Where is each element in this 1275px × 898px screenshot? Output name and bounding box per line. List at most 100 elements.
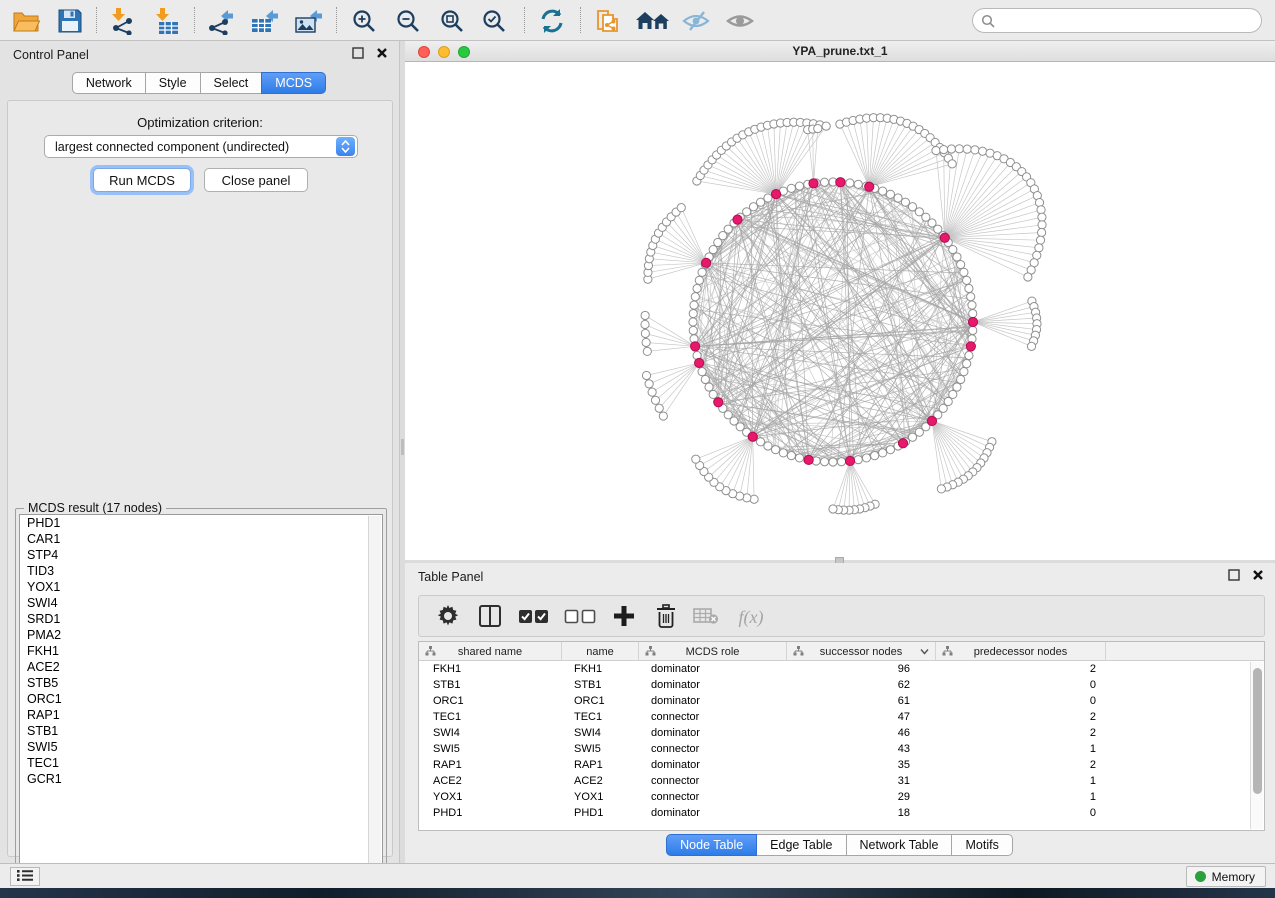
zoom-in-button[interactable] (348, 6, 380, 36)
table-row[interactable]: ORC1ORC1dominator610 (419, 693, 1264, 709)
cell-shared-name[interactable]: TEC1 (419, 709, 562, 725)
cell-predecessor-nodes[interactable]: 2 (936, 725, 1106, 741)
cell-name[interactable]: PHD1 (562, 805, 639, 821)
column-header-name[interactable]: name (562, 642, 639, 661)
cell-name[interactable]: YOX1 (562, 789, 639, 805)
list-item[interactable]: TID3 (20, 563, 382, 579)
list-item[interactable]: FKH1 (20, 643, 382, 659)
close-panel-icon[interactable] (1251, 569, 1265, 583)
table-row[interactable]: YOX1YOX1connector291 (419, 789, 1264, 805)
float-panel-icon[interactable] (1227, 569, 1241, 583)
cell-name[interactable]: STB1 (562, 677, 639, 693)
cell-name[interactable]: FKH1 (562, 661, 639, 677)
open-file-button[interactable] (10, 6, 42, 36)
scrollbar-thumb[interactable] (1253, 668, 1262, 794)
cell-predecessor-nodes[interactable]: 2 (936, 757, 1106, 773)
list-item[interactable]: PMA2 (20, 627, 382, 643)
cell-name[interactable]: ACE2 (562, 773, 639, 789)
function-builder-button[interactable]: f(x) (729, 603, 773, 631)
tab-select[interactable]: Select (200, 72, 263, 94)
cell-shared-name[interactable]: FKH1 (419, 661, 562, 677)
list-item[interactable]: ORC1 (20, 691, 382, 707)
list-item[interactable]: SWI5 (20, 739, 382, 755)
cell-mcds-role[interactable]: connector (639, 709, 787, 725)
network-graph[interactable] (405, 62, 1275, 560)
cell-successor-nodes[interactable]: 96 (787, 661, 936, 677)
list-item[interactable]: SRD1 (20, 611, 382, 627)
zoom-out-button[interactable] (392, 6, 424, 36)
cell-name[interactable]: SWI5 (562, 741, 639, 757)
network-canvas[interactable] (405, 62, 1275, 560)
duplicate-network-button[interactable] (592, 6, 624, 36)
list-item[interactable]: GCR1 (20, 771, 382, 787)
cell-predecessor-nodes[interactable]: 0 (936, 805, 1106, 821)
cell-successor-nodes[interactable]: 31 (787, 773, 936, 789)
table-row[interactable]: FKH1FKH1dominator962 (419, 661, 1264, 677)
export-table-button[interactable] (248, 6, 280, 36)
table-row[interactable]: SWI5SWI5connector431 (419, 741, 1264, 757)
list-item[interactable]: STB5 (20, 675, 382, 691)
cell-mcds-role[interactable]: dominator (639, 805, 787, 821)
cell-mcds-role[interactable]: dominator (639, 661, 787, 677)
table-row[interactable]: STB1STB1dominator620 (419, 677, 1264, 693)
table-row[interactable]: PHD1PHD1dominator180 (419, 805, 1264, 821)
table-row[interactable]: ACE2ACE2connector311 (419, 773, 1264, 789)
cell-predecessor-nodes[interactable]: 1 (936, 773, 1106, 789)
list-item[interactable]: TEC1 (20, 755, 382, 771)
show-all-button[interactable] (724, 6, 756, 36)
cell-name[interactable]: RAP1 (562, 757, 639, 773)
cell-mcds-role[interactable]: connector (639, 741, 787, 757)
float-panel-icon[interactable] (351, 47, 365, 61)
export-image-button[interactable] (292, 6, 324, 36)
cell-name[interactable]: TEC1 (562, 709, 639, 725)
cell-shared-name[interactable]: STB1 (419, 677, 562, 693)
cell-successor-nodes[interactable]: 18 (787, 805, 936, 821)
tab-mcds[interactable]: MCDS (261, 72, 326, 94)
list-scrollbar[interactable] (368, 516, 381, 872)
import-network-button[interactable] (106, 6, 138, 36)
tab-motifs[interactable]: Motifs (951, 834, 1012, 856)
table-row[interactable]: SWI4SWI4dominator462 (419, 725, 1264, 741)
search-input[interactable] (1000, 14, 1261, 28)
cell-name[interactable]: ORC1 (562, 693, 639, 709)
cell-name[interactable]: SWI4 (562, 725, 639, 741)
import-table-button[interactable] (150, 6, 182, 36)
apply-layout-button[interactable] (536, 6, 568, 36)
tab-edge-table[interactable]: Edge Table (756, 834, 846, 856)
cell-mcds-role[interactable]: dominator (639, 757, 787, 773)
table-settings-button[interactable] (433, 603, 463, 631)
tab-node-table[interactable]: Node Table (666, 834, 757, 856)
show-columns-button[interactable] (475, 603, 505, 631)
delete-column-button[interactable] (651, 603, 681, 631)
cell-successor-nodes[interactable]: 35 (787, 757, 936, 773)
list-item[interactable]: CAR1 (20, 531, 382, 547)
list-item[interactable]: PHD1 (20, 515, 382, 531)
cell-predecessor-nodes[interactable]: 1 (936, 789, 1106, 805)
save-session-button[interactable] (54, 6, 86, 36)
cell-successor-nodes[interactable]: 47 (787, 709, 936, 725)
list-item[interactable]: RAP1 (20, 707, 382, 723)
cell-predecessor-nodes[interactable]: 1 (936, 741, 1106, 757)
cell-shared-name[interactable]: ACE2 (419, 773, 562, 789)
create-column-button[interactable] (609, 603, 639, 631)
cell-predecessor-nodes[interactable]: 2 (936, 661, 1106, 677)
cell-successor-nodes[interactable]: 61 (787, 693, 936, 709)
table-scrollbar[interactable] (1250, 662, 1263, 829)
zoom-fit-button[interactable] (436, 6, 468, 36)
cell-shared-name[interactable]: ORC1 (419, 693, 562, 709)
cell-shared-name[interactable]: PHD1 (419, 805, 562, 821)
cell-mcds-role[interactable]: connector (639, 773, 787, 789)
cell-predecessor-nodes[interactable]: 0 (936, 693, 1106, 709)
list-item[interactable]: YOX1 (20, 579, 382, 595)
zoom-selected-button[interactable] (478, 6, 510, 36)
column-header-successor-nodes[interactable]: successor nodes (787, 642, 936, 661)
list-item[interactable]: STP4 (20, 547, 382, 563)
tab-style[interactable]: Style (145, 72, 201, 94)
list-item[interactable]: STB1 (20, 723, 382, 739)
close-panel-icon[interactable] (375, 47, 389, 61)
table-row[interactable]: RAP1RAP1dominator352 (419, 757, 1264, 773)
delete-table-button[interactable] (691, 603, 721, 631)
export-network-button[interactable] (204, 6, 236, 36)
cell-mcds-role[interactable]: dominator (639, 693, 787, 709)
tab-network-table[interactable]: Network Table (846, 834, 953, 856)
